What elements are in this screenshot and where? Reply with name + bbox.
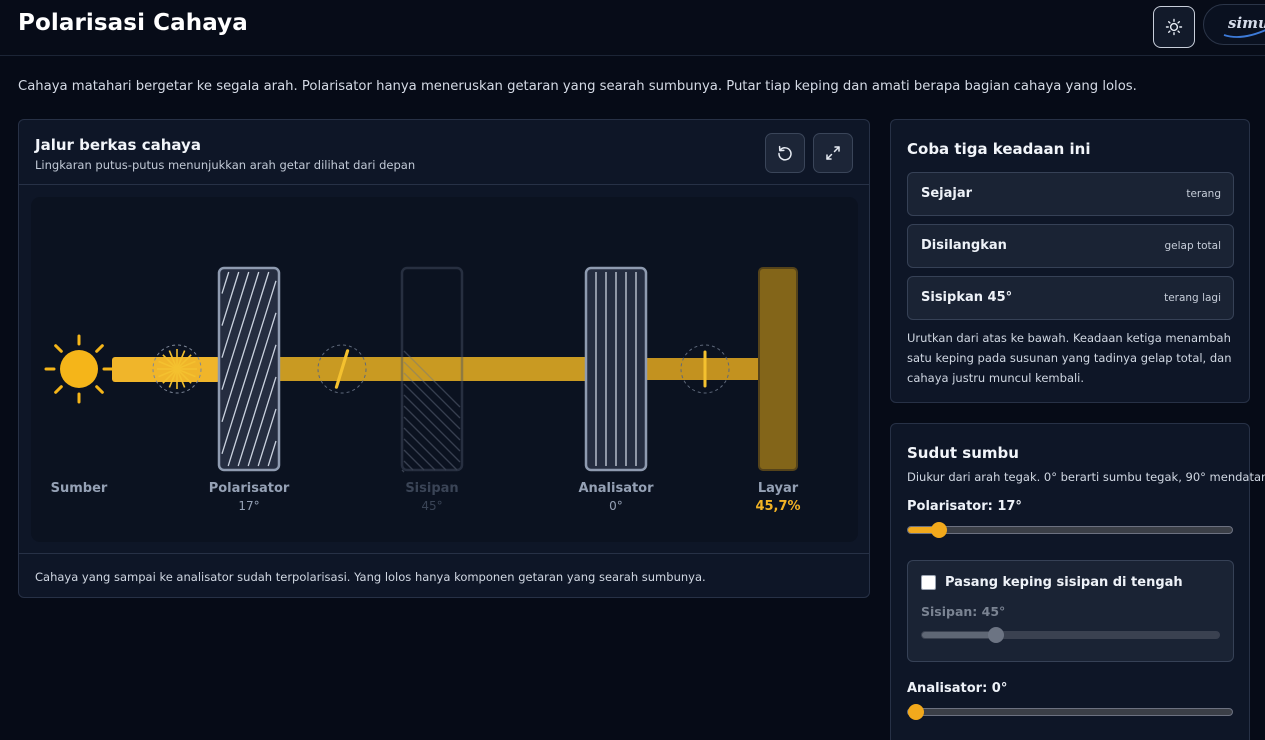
axis-stripe [403, 383, 461, 441]
preset-tag: terang lagi [1164, 292, 1221, 304]
polarizer-label: Polarisator [208, 481, 290, 496]
preset-name: Sejajar [921, 186, 973, 201]
sun-ray [54, 344, 63, 353]
insert-slider-label: Sisipan: 45° [921, 604, 1006, 619]
analyzer-slider-thumb[interactable] [908, 704, 924, 720]
insert-plate-checkbox[interactable] [921, 575, 936, 590]
sun-ray [95, 385, 104, 394]
polarizer-slider[interactable] [907, 522, 1233, 538]
beam-panel-header: Jalur berkas cahaya Lingkaran putus-putu… [19, 120, 869, 185]
preset-tag: gelap total [1164, 240, 1222, 252]
insert-options-box: Pasang keping sisipan di tengah Sisipan:… [907, 560, 1234, 662]
expand-icon [826, 146, 840, 160]
analyzer-angle-value: 0° [609, 499, 623, 513]
screen-panel [758, 267, 798, 471]
preset-name: Sisipkan 45° [921, 290, 1013, 305]
beam-polarized-segment [280, 357, 585, 381]
angles-subtitle: Diukur dari arah tegak. 0° berarti sumbu… [907, 470, 1265, 484]
polarizer-plate[interactable] [217, 266, 281, 472]
analyzer-label: Analisator [578, 481, 654, 496]
polarizer-slider-label: Polarisator: 17° [907, 499, 1022, 514]
beam-path-panel: Jalur berkas cahaya Lingkaran putus-putu… [18, 119, 870, 598]
analyzer-plate[interactable] [584, 266, 648, 472]
beam-analyzed-segment [646, 358, 759, 380]
analyzer-slider[interactable] [907, 704, 1233, 720]
preset-name: Disilangkan [921, 238, 1007, 253]
polarizer-angle-value: 17° [238, 499, 260, 513]
reset-icon [778, 145, 792, 161]
theme-toggle-button[interactable] [1153, 6, 1195, 48]
screen-intensity-value: 45,7% [755, 499, 801, 514]
intro-text: Cahaya matahari bergetar ke segala arah.… [18, 79, 1137, 94]
insert-plate-checkbox-label[interactable]: Pasang keping sisipan di tengah [945, 575, 1183, 590]
analyzer-slider-label: Analisator: 0° [907, 681, 1008, 696]
insert-label: Sisipan [405, 481, 459, 496]
axis-stripe [403, 427, 447, 471]
sun-icon [1165, 18, 1183, 36]
app-title: Polarisasi Cahaya [18, 10, 248, 36]
presets-note: Urutkan dari atas ke bawah. Keadaan keti… [907, 331, 1232, 385]
axis-stripe [403, 372, 461, 430]
screen-label: Layar [757, 481, 799, 496]
sun-ray [95, 344, 104, 353]
polarizer-slider-thumb[interactable] [930, 522, 947, 538]
brand-swoosh-icon [1223, 29, 1265, 38]
beam-stage: Sumber Polarisator 17° Sisipan 45° Anali… [31, 197, 858, 542]
insert-slider[interactable] [921, 627, 1220, 643]
presets-card: Coba tiga keadaan ini Sejajar terang Dis… [890, 119, 1250, 403]
preset-insert-45-button[interactable]: Sisipkan 45° terang lagi [907, 276, 1234, 320]
axis-stripe [403, 405, 461, 463]
sun-source-icon [44, 334, 114, 404]
top-bar: Polarisasi Cahaya simu [0, 0, 1265, 56]
insert-angle-value: 45° [421, 499, 443, 513]
brand-logo-link[interactable]: simu [1203, 4, 1265, 45]
presets-title: Coba tiga keadaan ini [907, 140, 1091, 158]
insert-slider-fill [922, 632, 997, 638]
axis-stripe [403, 416, 458, 471]
preset-parallel-button[interactable]: Sejajar terang [907, 172, 1234, 216]
preset-tag: terang [1186, 188, 1221, 200]
angles-card: Sudut sumbu Diukur dari arah tegak. 0° b… [890, 423, 1265, 740]
reset-button[interactable] [765, 133, 805, 173]
angles-title: Sudut sumbu [907, 444, 1019, 462]
insert-slider-thumb[interactable] [988, 627, 1005, 643]
fullscreen-button[interactable] [813, 133, 853, 173]
unpolarized-vibration-indicator [152, 344, 202, 394]
beam-panel-footer: Cahaya yang sampai ke analisator sudah t… [19, 553, 869, 597]
sun-ray [54, 385, 63, 394]
axis-stripe [403, 394, 461, 452]
beam-panel-title: Jalur berkas cahaya [35, 136, 201, 154]
axis-stripe [403, 449, 425, 471]
beam-explanation-text: Cahaya yang sampai ke analisator sudah t… [35, 570, 706, 584]
beam-panel-subtitle: Lingkaran putus-putus menunjukkan arah g… [35, 158, 416, 172]
preset-crossed-button[interactable]: Disilangkan gelap total [907, 224, 1234, 268]
source-label: Sumber [50, 481, 108, 496]
